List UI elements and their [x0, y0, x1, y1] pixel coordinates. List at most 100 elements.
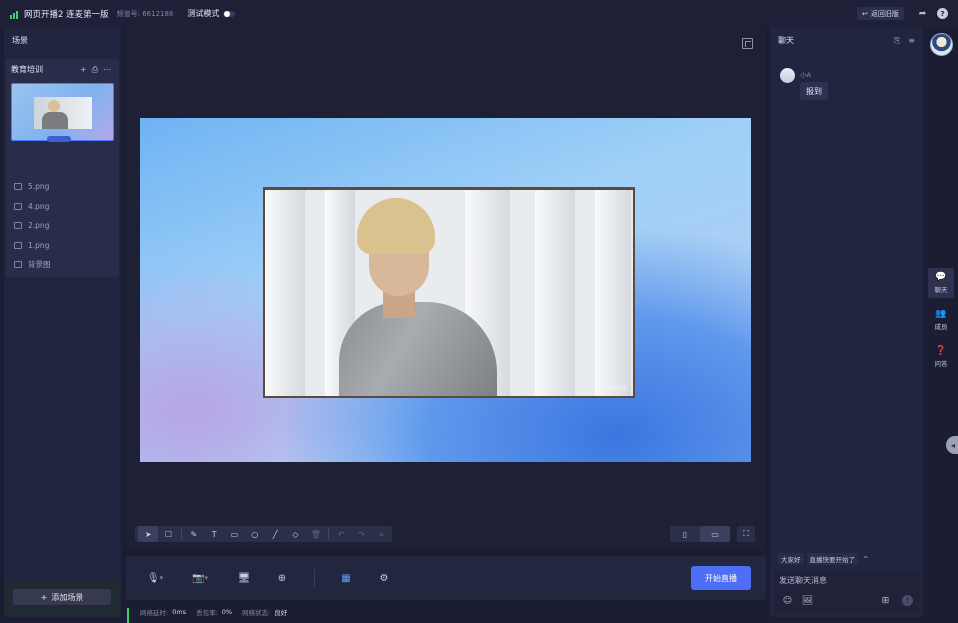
undo-icon[interactable]: ↶: [331, 526, 351, 542]
image-file-icon: [14, 261, 22, 269]
eraser-tool-icon[interactable]: ◇: [285, 526, 305, 542]
emoji-icon[interactable]: ☺: [782, 595, 793, 606]
add-scene-icon[interactable]: +: [80, 65, 87, 75]
portrait-view-icon[interactable]: ▯: [670, 526, 700, 542]
scene-panel-title: 场景: [12, 35, 28, 45]
back-label: 返回旧版: [870, 9, 899, 18]
file-name: 背景图: [28, 260, 51, 270]
start-live-button[interactable]: 开始直播: [691, 566, 751, 590]
file-item[interactable]: 1.png: [8, 236, 117, 256]
qa-icon: ❓: [935, 346, 947, 356]
popout-icon[interactable]: ⎘: [894, 36, 900, 46]
camera-button[interactable]: 📷 ▾: [186, 569, 214, 587]
test-mode-label: 测试模式: [187, 9, 220, 18]
microphone-button[interactable]: 🎙 ▾: [141, 569, 169, 587]
share-icon[interactable]: ➦: [917, 8, 928, 19]
help-icon[interactable]: ?: [937, 8, 948, 19]
camera-off-icon: 📷: [192, 572, 205, 584]
file-item[interactable]: 背景图: [8, 255, 117, 275]
chat-input[interactable]: 发送聊天消息 ☺ 🖼 ⊞ ↑: [774, 571, 919, 613]
select-tool-icon[interactable]: ➤: [138, 526, 159, 542]
video-frame[interactable]: STAGE: [263, 187, 635, 398]
microphone-icon: 🎙: [146, 572, 160, 584]
network-signal-icon: [127, 608, 136, 623]
apps-icon[interactable]: ▦: [336, 569, 356, 587]
file-item[interactable]: 4.png: [8, 197, 117, 217]
chat-icon: 💬: [935, 272, 947, 282]
send-icon[interactable]: ↑: [902, 595, 913, 606]
avatar: [780, 68, 795, 83]
packet-loss-value: 0%: [221, 608, 233, 616]
network-status: 网络延时: 0ms 丢包率: 0% 网络状态: 良好: [127, 606, 287, 623]
message-sender: 小A: [800, 71, 811, 79]
text-tool-icon[interactable]: T: [204, 526, 224, 542]
rectangle-tool-icon[interactable]: ▭: [224, 526, 244, 542]
pen-tool-icon[interactable]: ✎: [184, 526, 204, 542]
screen-share-icon[interactable]: 🖥: [234, 569, 254, 587]
right-rail: 💬 聊天 👥 成员 ❓ 问答: [925, 27, 958, 621]
chevron-down-icon: ▾: [204, 574, 208, 582]
file-item[interactable]: 5.png: [8, 177, 117, 197]
collapse-handle[interactable]: ◂: [946, 436, 958, 454]
members-icon: 👥: [935, 309, 947, 319]
landscape-view-icon[interactable]: ▭: [700, 526, 730, 542]
circle-tool-icon[interactable]: ○: [245, 526, 265, 542]
rail-item-label: 聊天: [934, 286, 948, 294]
back-to-old-version-button[interactable]: ↩ 返回旧版: [857, 7, 904, 20]
scene-panel: 场景 教育培训 + ⎙ ⋯ 5.png 4.png 2.png 1.png 背景…: [4, 27, 121, 617]
add-scene-button[interactable]: + 添加场景: [13, 589, 111, 605]
divider: [314, 569, 315, 587]
image-file-icon: [14, 183, 22, 191]
plus-icon: +: [40, 592, 48, 602]
rail-item-label: 问答: [934, 360, 948, 368]
menu-icon[interactable]: ≡: [908, 36, 915, 46]
test-mode-toggle[interactable]: [223, 10, 236, 17]
rail-item-members[interactable]: 👥 成员: [928, 305, 954, 335]
fullscreen-icon[interactable]: ⛶: [737, 526, 755, 542]
settings-icon[interactable]: ⚙: [374, 569, 394, 587]
edit-tool-icon[interactable]: ☐: [158, 526, 178, 542]
scene-group: 教育培训 + ⎙ ⋯ 5.png 4.png 2.png 1.png 背景图: [6, 59, 119, 277]
scene-file-list: 5.png 4.png 2.png 1.png 背景图: [8, 177, 117, 275]
copy-scene-icon[interactable]: ⎙: [92, 65, 98, 75]
rail-item-qa[interactable]: ❓ 问答: [928, 342, 954, 372]
rail-item-label: 成员: [934, 323, 948, 331]
quick-reply[interactable]: 直播快要开始了: [806, 553, 858, 565]
chevron-up-icon[interactable]: ^: [863, 555, 868, 563]
layout-icon[interactable]: [742, 38, 753, 49]
whiteboard-toolbar: ➤ ☐ ✎ T ▭ ○ ╱ ◇ 🗑 ↶ ↷ «: [135, 526, 392, 542]
stage-canvas[interactable]: STAGE: [140, 118, 751, 462]
control-bar: 🎙 ▾ 📷 ▾ 🖥 ⊕ ▦ ⚙ 开始直播: [126, 556, 766, 600]
chevron-down-icon: ▾: [159, 574, 164, 582]
user-avatar[interactable]: [930, 33, 953, 56]
more-icon[interactable]: ⋯: [103, 65, 111, 75]
rail-item-chat[interactable]: 💬 聊天: [928, 268, 954, 298]
image-file-icon: [14, 202, 22, 210]
more-apps-icon[interactable]: ⊞: [880, 595, 891, 606]
scene-thumbnail[interactable]: [11, 83, 114, 141]
image-icon[interactable]: 🖼: [802, 595, 813, 606]
quick-reply[interactable]: 大家好: [778, 553, 804, 565]
view-mode-switch: ▯ ▭: [670, 526, 730, 542]
stage-area: STAGE ➤ ☐ ✎ T ▭ ○ ╱ ◇ 🗑 ↶ ↷ « ▯ ▭ ⛶: [126, 27, 766, 550]
line-tool-icon[interactable]: ╱: [265, 526, 285, 542]
packet-loss-label: 丢包率:: [196, 609, 218, 617]
return-icon: ↩: [862, 9, 868, 18]
scene-thumbnail-tag: [47, 136, 71, 142]
file-name: 1.png: [28, 240, 50, 250]
add-scene-label: 添加场景: [51, 592, 84, 602]
delete-tool-icon[interactable]: 🗑: [306, 526, 326, 542]
app-title: 网页开播2 连麦第一版: [24, 9, 109, 20]
add-media-icon[interactable]: ⊕: [272, 569, 292, 587]
image-file-icon: [14, 241, 22, 249]
redo-icon[interactable]: ↷: [351, 526, 371, 542]
file-name: 5.png: [28, 182, 50, 192]
file-item[interactable]: 2.png: [8, 216, 117, 236]
message-text: 报到: [800, 82, 828, 100]
file-name: 2.png: [28, 221, 50, 231]
top-bar: 网页开播2 连麦第一版 频道号: 6612188 测试模式: [0, 0, 958, 27]
chat-input-placeholder: 发送聊天消息: [779, 576, 827, 585]
collapse-icon[interactable]: «: [372, 526, 392, 542]
video-watermark: STAGE: [607, 385, 627, 392]
scene-panel-footer: + 添加场景: [4, 581, 121, 617]
